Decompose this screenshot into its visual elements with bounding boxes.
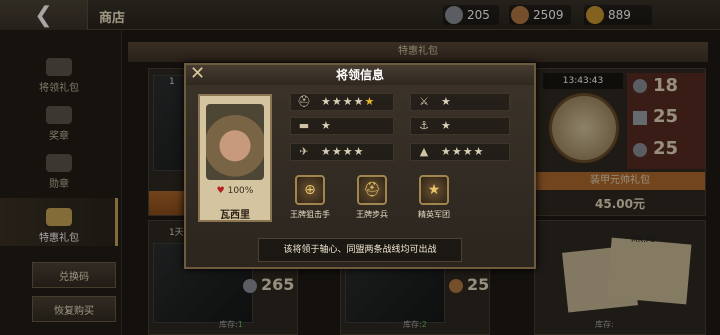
- anchor-icon: ⚓: [419, 119, 429, 132]
- stat-row-tank: ▬ ★: [290, 117, 394, 135]
- heart-icon: ♥: [216, 186, 225, 196]
- stat-row-air: ✈ ★★★★: [290, 143, 394, 161]
- general-info-modal: 将领信息 ✕ ♥ 100% 瓦西里 ⛑ ★★★★★ ⚔ ★ ▬ ★ ⚓ ★ ✈ ★★★★ …: [184, 63, 536, 269]
- boot-icon: ▲: [419, 145, 429, 158]
- elite-icon: ★: [419, 175, 449, 205]
- trait-infantry[interactable]: ⛑ 王牌步兵: [350, 175, 394, 220]
- artillery-icon: ⚔: [419, 95, 429, 108]
- stat-row-navy: ⚓ ★: [410, 117, 510, 135]
- general-hp: ♥ 100%: [216, 186, 254, 196]
- sniper-icon: ⊕: [295, 175, 325, 205]
- helmet-icon: ⛑: [297, 95, 311, 108]
- general-note: 该将领于轴心、同盟两条战线均可出战: [258, 238, 462, 262]
- stat-row-infantry: ⛑ ★★★★★: [290, 93, 394, 111]
- general-portrait: ♥ 100% 瓦西里: [198, 94, 272, 222]
- trait-sniper[interactable]: ⊕ 王牌狙击手: [288, 175, 332, 220]
- trait-elite[interactable]: ★ 精英军团: [412, 175, 456, 220]
- tank-icon: ▬: [298, 119, 310, 132]
- modal-title: 将领信息: [186, 65, 534, 85]
- general-face-image: [206, 104, 264, 180]
- close-icon[interactable]: ✕: [190, 65, 210, 83]
- plane-icon: ✈: [299, 145, 309, 158]
- stat-row-marine: ▲ ★★★★: [410, 143, 510, 161]
- infantry-icon: ⛑: [357, 175, 387, 205]
- stat-row-artillery: ⚔ ★: [410, 93, 510, 111]
- general-name: 瓦西里: [220, 210, 250, 221]
